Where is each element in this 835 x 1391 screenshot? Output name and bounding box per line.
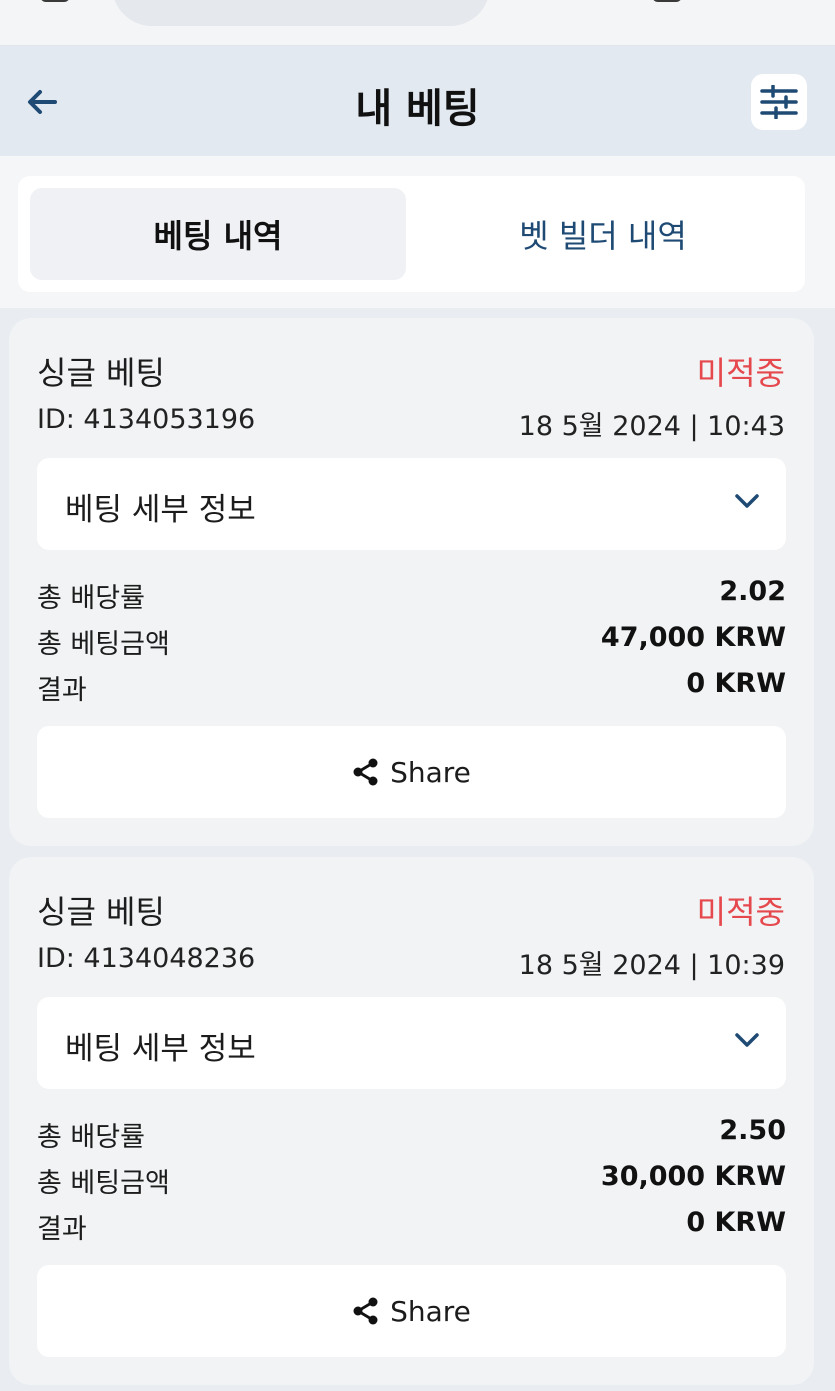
bet-type: 싱글 베팅: [37, 893, 165, 931]
chevron-down-icon: [735, 1033, 759, 1047]
status-badge: 미적중: [696, 893, 785, 931]
total-stake-row: 총 베팅금액 30,000 KRW: [37, 1161, 786, 1199]
bet-details-label: 베팅 세부 정보: [65, 1031, 256, 1067]
total-stake-label: 총 베팅금액: [37, 629, 170, 660]
filter-button[interactable]: [751, 74, 807, 130]
sliders-icon: [760, 85, 798, 119]
result-row: 결과 0 KRW: [37, 1207, 786, 1245]
total-stake-value: 30,000 KRW: [600, 1161, 786, 1192]
bet-type: 싱글 베팅: [37, 354, 165, 392]
share-icon: [353, 1297, 378, 1325]
total-odds-row: 총 배당률 2.50: [37, 1115, 786, 1153]
total-odds-value: 2.02: [719, 576, 786, 607]
result-label: 결과: [37, 675, 87, 706]
tab-bar: 베팅 내역 벳 빌더 내역: [18, 176, 805, 292]
tab-bet-builder-history[interactable]: 벳 빌더 내역: [415, 188, 791, 280]
bet-card: 싱글 베팅 미적중 ID: 4134048236 18 5월 2024 | 10…: [9, 857, 814, 1385]
app-header: 내 베팅: [0, 46, 835, 156]
bet-datetime: 18 5월 2024 | 10:43: [518, 411, 785, 442]
share-button[interactable]: Share: [37, 726, 786, 818]
tab-bet-history[interactable]: 베팅 내역: [30, 188, 406, 280]
status-bar-edge: [652, 0, 682, 2]
bet-id: ID: 4134053196: [37, 404, 256, 435]
bet-datetime: 18 5월 2024 | 10:39: [518, 950, 785, 981]
result-value: 0 KRW: [686, 1207, 786, 1238]
result-value: 0 KRW: [686, 668, 786, 699]
bet-id: ID: 4134048236: [37, 943, 256, 974]
total-stake-label: 총 베팅금액: [37, 1168, 170, 1199]
total-odds-value: 2.50: [719, 1115, 786, 1146]
tabs-container: 베팅 내역 벳 빌더 내역: [0, 156, 835, 308]
bet-card: 싱글 베팅 미적중 ID: 4134053196 18 5월 2024 | 10…: [9, 318, 814, 846]
address-pill: [112, 0, 490, 26]
total-odds-label: 총 배당률: [37, 1122, 145, 1153]
share-label: Share: [390, 755, 471, 789]
bet-details-toggle[interactable]: 베팅 세부 정보: [37, 458, 786, 550]
status-bar-edge: [40, 0, 70, 2]
status-bar: [0, 0, 835, 46]
chevron-down-icon: [735, 494, 759, 508]
share-label: Share: [390, 1294, 471, 1328]
bet-details-toggle[interactable]: 베팅 세부 정보: [37, 997, 786, 1089]
total-stake-value: 47,000 KRW: [600, 622, 786, 653]
share-button[interactable]: Share: [37, 1265, 786, 1357]
bet-details-label: 베팅 세부 정보: [65, 492, 256, 528]
total-odds-label: 총 배당률: [37, 583, 145, 614]
total-stake-row: 총 베팅금액 47,000 KRW: [37, 622, 786, 660]
result-label: 결과: [37, 1214, 87, 1245]
total-odds-row: 총 배당률 2.02: [37, 576, 786, 614]
share-icon: [353, 758, 378, 786]
page-title: 내 베팅: [355, 86, 480, 132]
result-row: 결과 0 KRW: [37, 668, 786, 706]
status-badge: 미적중: [696, 354, 785, 392]
